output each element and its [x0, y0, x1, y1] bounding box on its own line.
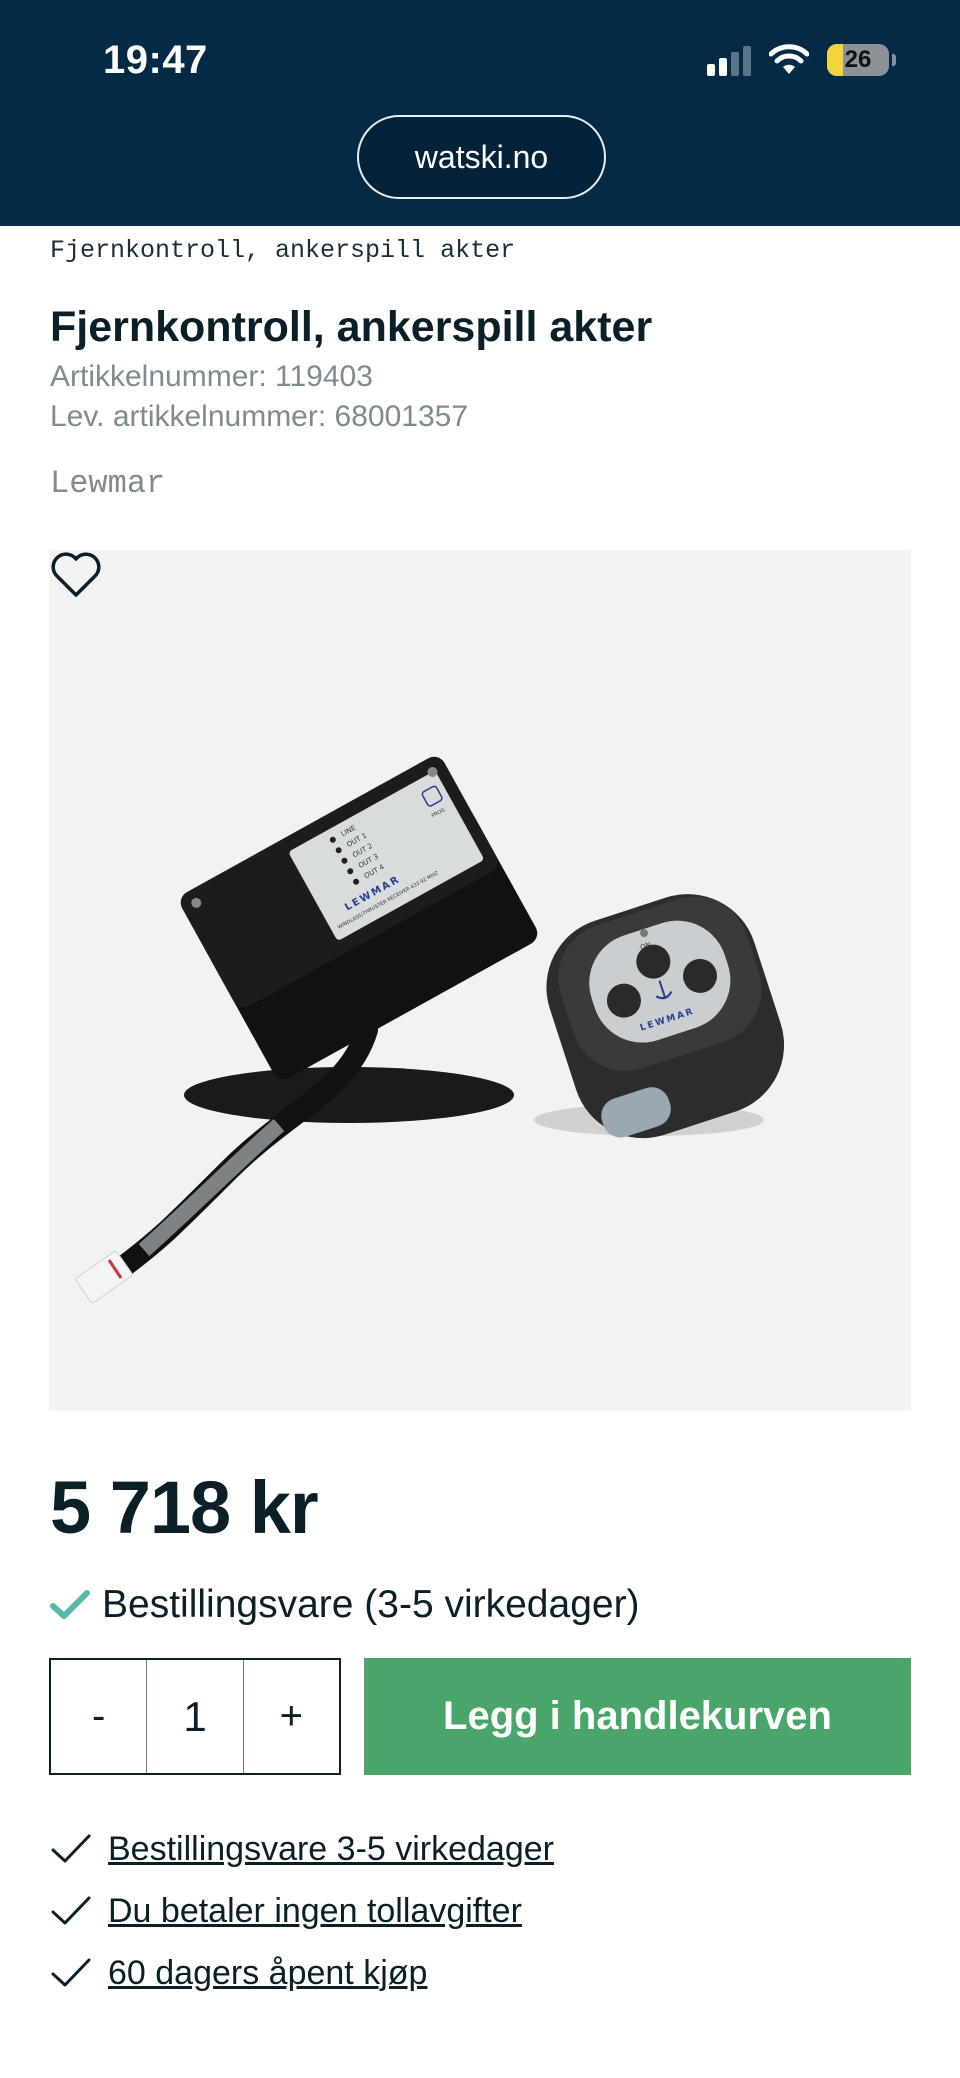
benefit-item: Bestillingsvare 3-5 virkedager [50, 1818, 554, 1880]
check-icon [51, 1896, 91, 1925]
check-icon [51, 1834, 91, 1863]
page-title: Fjernkontroll, ankerspill akter [50, 303, 653, 351]
heart-icon[interactable] [49, 550, 103, 600]
add-to-cart-button[interactable]: Legg i handlekurven [364, 1658, 911, 1775]
url-bar[interactable]: watski.no [357, 115, 606, 199]
benefit-link-returns[interactable]: 60 dagers åpent kjøp [108, 1954, 427, 1993]
quantity-input[interactable]: 1 [146, 1660, 242, 1773]
benefit-list: Bestillingsvare 3-5 virkedager Du betale… [50, 1818, 554, 2004]
signal-icon [707, 44, 751, 76]
check-icon [51, 1958, 91, 1987]
status-time: 19:47 [103, 38, 208, 82]
quantity-stepper: - 1 + [49, 1658, 341, 1775]
availability-text: Bestillingsvare (3-5 virkedager) [102, 1583, 640, 1626]
battery-icon: 26 [827, 44, 896, 76]
benefit-link-delivery[interactable]: Bestillingsvare 3-5 virkedager [108, 1830, 554, 1869]
product-image[interactable]: LINE OUT 1 OUT 2 OUT 3 OUT 4 LEWMAR WIND… [49, 550, 911, 1411]
wifi-icon [769, 44, 809, 74]
benefit-link-customs[interactable]: Du betaler ingen tollavgifter [108, 1892, 522, 1931]
browser-header: 19:47 26 watski.no [0, 0, 960, 226]
decrement-button[interactable]: - [51, 1660, 146, 1773]
status-icons: 26 [707, 44, 896, 76]
breadcrumb[interactable]: Fjernkontroll, ankerspill akter [50, 236, 515, 265]
brand-link[interactable]: Lewmar [50, 465, 165, 502]
price: 5 718 kr [50, 1466, 319, 1549]
check-icon [50, 1590, 90, 1619]
benefit-item: 60 dagers åpent kjøp [50, 1942, 554, 2004]
availability: Bestillingsvare (3-5 virkedager) [50, 1583, 640, 1627]
benefit-item: Du betaler ingen tollavgifter [50, 1880, 554, 1942]
article-number: Artikkelnummer: 119403 [50, 360, 373, 393]
product-illustration: LINE OUT 1 OUT 2 OUT 3 OUT 4 LEWMAR WIND… [75, 756, 785, 1303]
battery-level: 26 [844, 46, 872, 73]
increment-button[interactable]: + [242, 1660, 339, 1773]
supplier-article-number: Lev. artikkelnummer: 68001357 [50, 400, 469, 433]
